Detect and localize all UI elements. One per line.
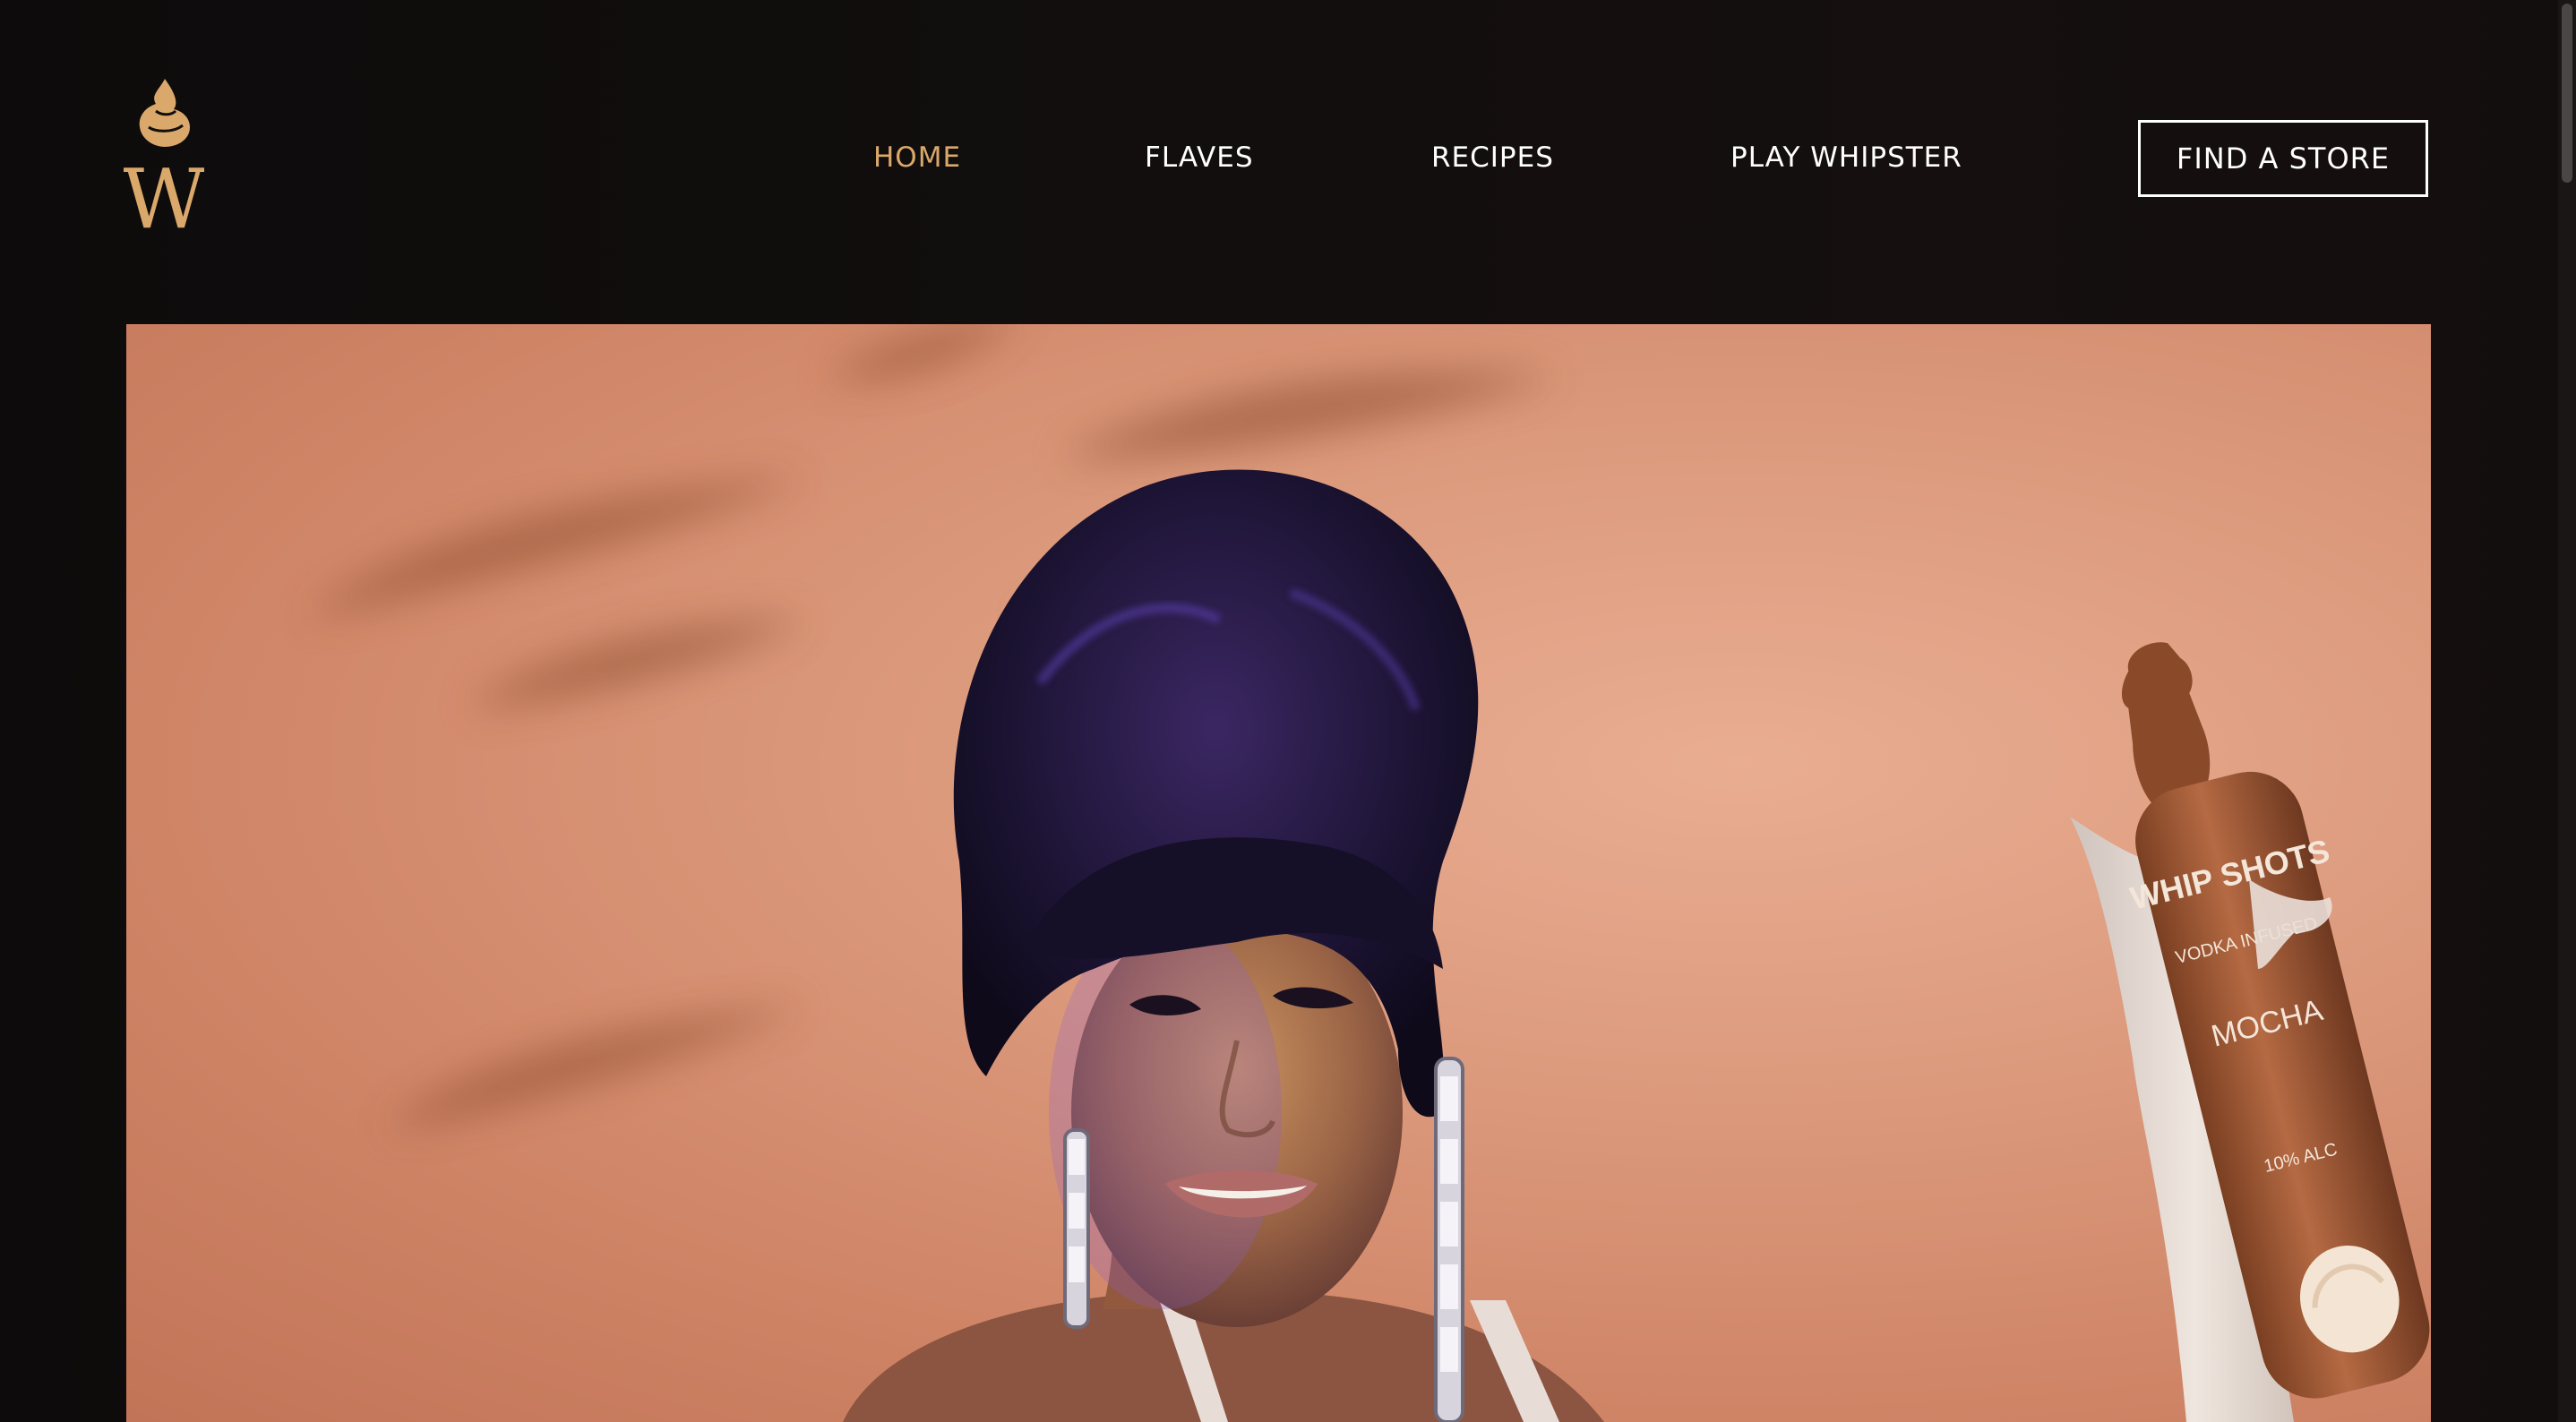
page: W HOME FLAVES RECIPES PLAY WHIPSTER FIND… <box>0 0 2576 1422</box>
nav-home[interactable]: HOME <box>873 140 961 176</box>
site-header: W HOME FLAVES RECIPES PLAY WHIPSTER FIND… <box>0 0 2576 324</box>
hero-photo: WHIP SHOTS VODKA INFUSED MOCHA 10% ALC <box>126 324 2431 1422</box>
scrollbar-thumb[interactable] <box>2562 4 2572 183</box>
page-scrollbar[interactable] <box>2558 0 2576 1422</box>
earring-left <box>1063 1128 1090 1329</box>
earring-right <box>1434 1057 1464 1422</box>
nav-flaves[interactable]: FLAVES <box>1145 140 1254 176</box>
nav-play-whipster[interactable]: PLAY WHIPSTER <box>1730 140 1962 176</box>
nav-recipes[interactable]: RECIPES <box>1431 140 1554 176</box>
hero-illustration: WHIP SHOTS VODKA INFUSED MOCHA 10% ALC <box>305 324 2430 1422</box>
find-a-store-button[interactable]: FIND A STORE <box>2138 120 2428 197</box>
